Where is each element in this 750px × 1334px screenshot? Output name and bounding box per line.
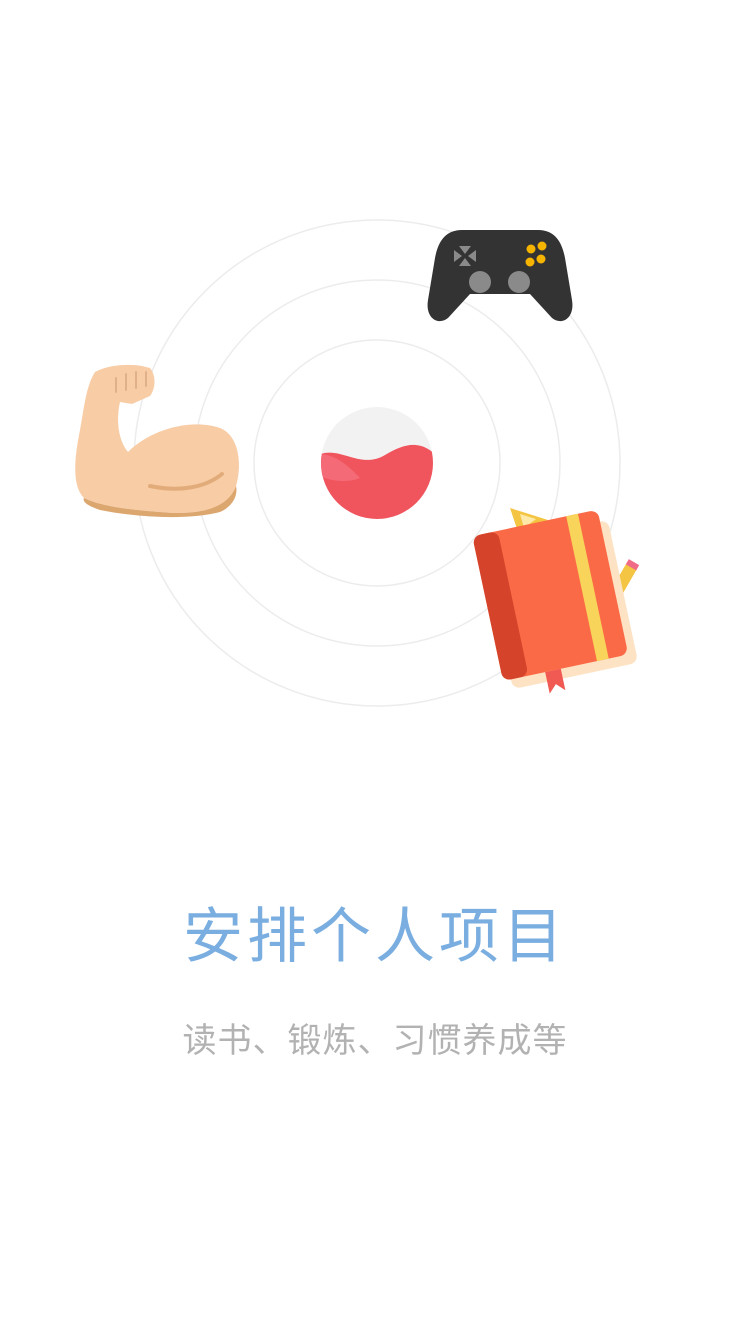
game-controller-icon [427, 230, 573, 322]
app-logo-icon [321, 407, 433, 519]
flexed-biceps-icon [75, 364, 239, 518]
onboarding-subtitle: 读书、锻炼、习惯养成等 [182, 1021, 568, 1061]
onboarding-illustration [0, 0, 750, 760]
onboarding-title: 安排个人项目 [183, 902, 567, 972]
